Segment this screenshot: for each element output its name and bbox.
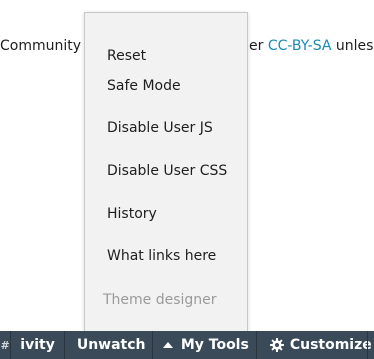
license-text-left: Community: [0, 38, 82, 54]
toolbar-cut-icon: #: [0, 338, 10, 352]
license-text-suffix: unles: [331, 38, 374, 54]
triangle-up-icon: [162, 342, 173, 348]
gear-icon: [269, 338, 284, 352]
activity-label: ivity: [20, 337, 55, 353]
toolbar-unwatch-button[interactable]: Unwatch: [63, 331, 152, 359]
toolbar-customize-button[interactable]: Customize: [255, 331, 372, 359]
license-text-right: er CC-BY-SA unles: [249, 38, 373, 54]
license-link[interactable]: CC-BY-SA: [268, 38, 332, 54]
menu-item-reset[interactable]: Reset: [107, 47, 146, 65]
unwatch-label: Unwatch: [76, 337, 146, 353]
menu-item-theme-designer: Theme designer: [103, 292, 217, 308]
toolbar-my-tools-button[interactable]: My Tools: [151, 331, 256, 359]
toolbar-activity-button[interactable]: ivity: [10, 331, 64, 359]
bottom-toolbar: # ivity Unwatch My Tools Customize: [0, 331, 374, 359]
menu-item-history[interactable]: History: [107, 205, 157, 223]
my-tools-label: My Tools: [180, 337, 249, 353]
my-tools-menu: Reset Safe Mode Disable User JS Disable …: [84, 12, 248, 331]
license-text-prefix: er: [249, 38, 268, 54]
toolbar-end-divider: [366, 331, 374, 359]
customize-label: Customize: [289, 337, 372, 353]
menu-item-disable-user-css[interactable]: Disable User CSS: [107, 162, 227, 180]
menu-item-disable-user-js[interactable]: Disable User JS: [107, 119, 213, 137]
menu-item-safe-mode[interactable]: Safe Mode: [107, 77, 181, 95]
menu-item-what-links-here[interactable]: What links here: [107, 247, 216, 265]
